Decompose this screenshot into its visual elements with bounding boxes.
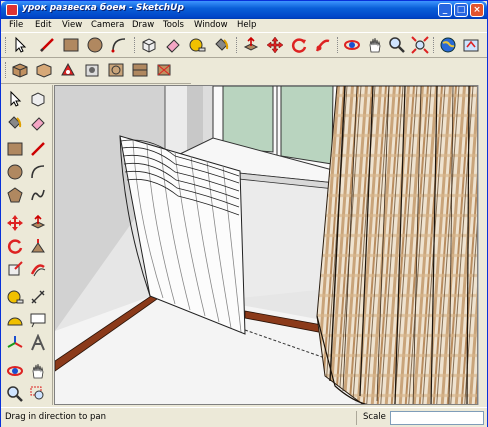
rectangle-icon[interactable] [4, 138, 26, 160]
xray-icon[interactable] [82, 60, 102, 80]
pan-icon[interactable] [365, 35, 385, 55]
window-pane-right [280, 86, 334, 165]
vertical-scrollbar[interactable] [478, 85, 487, 405]
eraser-icon[interactable] [163, 35, 183, 55]
hidden-line-icon[interactable] [34, 60, 54, 80]
text-icon[interactable] [27, 309, 49, 331]
tool-palette [1, 85, 53, 405]
tape-measure-icon[interactable] [4, 286, 26, 308]
select-icon[interactable] [11, 35, 31, 55]
toolbar-grip[interactable] [5, 62, 8, 78]
title-bar[interactable]: урок развеска боем - SketchUp _ □ × [1, 1, 487, 19]
menu-camera[interactable]: Camera [91, 19, 124, 32]
monochrome-icon[interactable] [130, 60, 150, 80]
tape-measure-icon[interactable] [187, 35, 207, 55]
make-component-icon[interactable] [27, 88, 49, 110]
scale-input[interactable] [390, 411, 484, 425]
follow-me-icon[interactable] [313, 35, 333, 55]
dimension-icon[interactable] [27, 286, 49, 308]
axes-icon[interactable] [4, 332, 26, 354]
rotate-icon[interactable] [289, 35, 309, 55]
zoom-window-icon[interactable] [27, 383, 49, 405]
eraser-icon[interactable] [27, 112, 49, 134]
3d-text-icon[interactable] [27, 332, 49, 354]
app-window: урок развеска боем - SketchUp _ □ × File… [0, 0, 488, 427]
rotate-icon[interactable] [4, 235, 26, 257]
back-edges-icon[interactable] [154, 60, 174, 80]
menu-window[interactable]: Window [194, 19, 228, 32]
patterned-curtain [316, 86, 477, 404]
toolbar-grip[interactable] [337, 37, 340, 53]
styles-toolbar [1, 58, 191, 84]
menu-bar: File Edit View Camera Draw Tools Window … [1, 19, 487, 32]
line-icon[interactable] [27, 138, 49, 160]
menu-view[interactable]: View [62, 19, 82, 32]
google-earth-icon[interactable] [438, 35, 458, 55]
zoom-icon[interactable] [387, 35, 407, 55]
wireframe-icon[interactable] [10, 60, 30, 80]
push-pull-icon[interactable] [27, 212, 49, 234]
menu-edit[interactable]: Edit [35, 19, 51, 32]
zoom-extents-icon[interactable] [410, 35, 430, 55]
select-icon[interactable] [4, 88, 26, 110]
pan-icon[interactable] [27, 360, 49, 382]
textured-icon[interactable] [106, 60, 126, 80]
menu-draw[interactable]: Draw [132, 19, 154, 32]
follow-me-icon[interactable] [27, 235, 49, 257]
scale-icon[interactable] [4, 258, 26, 280]
menu-file[interactable]: File [9, 19, 23, 32]
orbit-icon[interactable] [4, 360, 26, 382]
polygon-icon[interactable] [4, 184, 26, 206]
sketchup-logo-icon [6, 4, 18, 16]
toolbar-grip[interactable] [236, 37, 239, 53]
arc-icon[interactable] [27, 161, 49, 183]
toolbar-grip[interactable] [433, 37, 436, 53]
paint-bucket-icon[interactable] [211, 35, 231, 55]
pencil-icon[interactable] [37, 35, 57, 55]
move-icon[interactable] [4, 212, 26, 234]
model-viewport[interactable] [54, 85, 478, 405]
paint-bucket-icon[interactable] [4, 112, 26, 134]
protractor-icon[interactable] [4, 309, 26, 331]
get-models-icon[interactable] [461, 35, 481, 55]
toolbar-grip[interactable] [134, 37, 137, 53]
freehand-icon[interactable] [27, 184, 49, 206]
move-icon[interactable] [265, 35, 285, 55]
minimize-button[interactable]: _ [438, 3, 452, 17]
menu-help[interactable]: Help [237, 19, 256, 32]
circle-icon[interactable] [4, 161, 26, 183]
scale-label: Scale [363, 412, 386, 422]
window-pane-left [222, 86, 274, 153]
make-component-icon[interactable] [139, 35, 159, 55]
main-toolbar [1, 32, 487, 58]
maximize-button[interactable]: □ [454, 3, 468, 17]
toolbar-grip[interactable] [5, 37, 8, 53]
rectangle-icon[interactable] [61, 35, 81, 55]
orbit-icon[interactable] [342, 35, 362, 55]
push-pull-icon[interactable] [241, 35, 261, 55]
status-divider [356, 411, 357, 425]
status-bar: Drag in direction to pan Scale [1, 407, 487, 427]
zoom-icon[interactable] [4, 383, 26, 405]
shaded-icon[interactable] [58, 60, 78, 80]
close-button[interactable]: × [470, 3, 484, 17]
circle-icon[interactable] [85, 35, 105, 55]
menu-tools[interactable]: Tools [163, 19, 184, 32]
window-title: урок развеска боем - SketchUp [22, 3, 184, 13]
arc-icon[interactable] [109, 35, 129, 55]
status-message: Drag in direction to pan [5, 412, 106, 422]
offset-icon[interactable] [27, 258, 49, 280]
